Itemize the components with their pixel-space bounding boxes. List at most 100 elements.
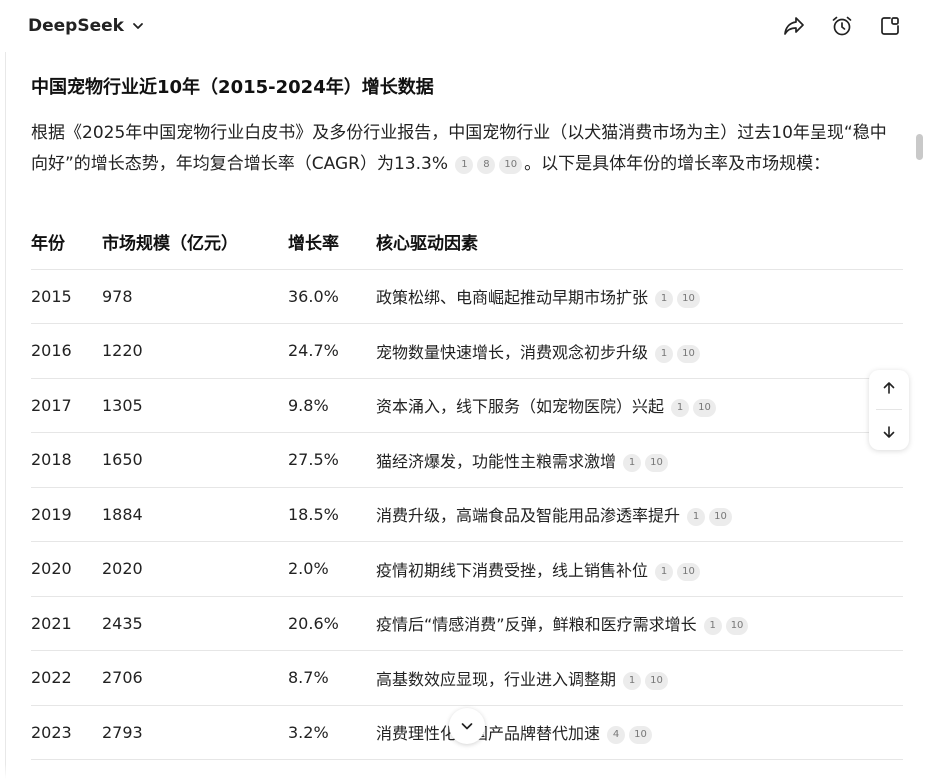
cell-driver: 疫情后“情感消费”反弹，鲜粮和医疗需求增长 1 10 <box>376 596 903 651</box>
cell-growth: 20.6% <box>288 596 376 651</box>
top-bar: DeepSeek <box>0 0 931 52</box>
citation-badge[interactable]: 1 <box>655 344 674 363</box>
cell-growth: 27.5% <box>288 432 376 488</box>
cell-driver: 高基数效应显现，行业进入调整期 1 10 <box>376 650 903 706</box>
cell-driver: 疫情初期线下消费受挫，线上销售补位 1 10 <box>376 541 903 597</box>
cell-size: 2793 <box>102 705 288 760</box>
cell-year: 2020 <box>31 541 102 597</box>
citation-badge[interactable]: 10 <box>645 453 668 472</box>
cell-size: 1650 <box>102 432 288 488</box>
bottom-fade <box>0 764 931 779</box>
arrow-up-icon <box>883 382 895 394</box>
citation-badge[interactable]: 10 <box>709 508 732 527</box>
chevron-down-icon <box>461 723 473 730</box>
header-actions <box>781 13 903 39</box>
table-row: 2017 1305 9.8% 资本涌入，线下服务（如宠物医院）兴起 1 10 <box>31 378 903 433</box>
cell-year: 2022 <box>31 650 102 706</box>
table-row: 2019 1884 18.5% 消费升级，高端食品及智能用品渗透率提升 1 10 <box>31 487 903 542</box>
scroll-up-button[interactable] <box>874 373 904 403</box>
cell-year: 2018 <box>31 432 102 488</box>
table-header-row: 年份 市场规模（亿元） 增长率 核心驱动因素 <box>31 215 903 270</box>
table-row: 2021 2435 20.6% 疫情后“情感消费”反弹，鲜粮和医疗需求增长 11… <box>31 596 903 651</box>
cell-growth: 2.0% <box>288 541 376 597</box>
share-button[interactable] <box>781 13 807 39</box>
citation-badge[interactable]: 8 <box>477 156 496 174</box>
table-row: 2022 2706 8.7% 高基数效应显现，行业进入调整期 1 10 <box>31 650 903 706</box>
table-row: 2020 2020 2.0% 疫情初期线下消费受挫，线上销售补位 1 10 <box>31 541 903 597</box>
app-name: DeepSeek <box>28 16 124 36</box>
citation-badge[interactable]: 10 <box>677 562 700 581</box>
cell-year: 2017 <box>31 378 102 433</box>
message-nav <box>869 370 909 450</box>
section-heading: 中国宠物行业近10年（2015-2024年）增长数据 <box>31 77 434 98</box>
cell-year: 2021 <box>31 596 102 651</box>
table-row: 2018 1650 27.5% 猫经济爆发，功能性主粮需求激增 1 10 <box>31 432 903 488</box>
col-header-size: 市场规模（亿元） <box>102 215 288 270</box>
cell-size: 1220 <box>102 323 288 379</box>
alarm-icon <box>832 16 852 36</box>
col-header-year: 年份 <box>31 215 102 270</box>
cell-size: 978 <box>102 269 288 324</box>
driver-text: 政策松绑、电商崛起推动早期市场扩张 <box>376 288 649 308</box>
driver-text: 消费理性化，国产品牌替代加速 <box>376 724 601 744</box>
cell-driver: 资本涌入，线下服务（如宠物医院）兴起 1 10 <box>376 378 903 433</box>
col-header-growth: 增长率 <box>288 215 376 270</box>
page: DeepSeek 中国宠物行业近10年（2015-2024年）增长数据 根据《2… <box>0 0 931 779</box>
cell-size: 2706 <box>102 650 288 706</box>
driver-text: 消费升级，高端食品及智能用品渗透率提升 <box>376 506 681 526</box>
citation-badge[interactable]: 10 <box>677 344 700 363</box>
cell-size: 2435 <box>102 596 288 651</box>
citation-badge[interactable]: 1 <box>455 156 474 174</box>
col-header-driver: 核心驱动因素 <box>376 215 903 270</box>
driver-text: 疫情后“情感消费”反弹，鲜粮和医疗需求增长 <box>376 615 697 635</box>
scrollbar[interactable] <box>912 52 926 779</box>
jump-to-bottom-button[interactable] <box>449 708 485 744</box>
arrow-down-icon <box>883 426 895 438</box>
citation-badge[interactable]: 1 <box>655 290 674 309</box>
driver-text: 高基数效应显现，行业进入调整期 <box>376 669 617 689</box>
citation-badge[interactable]: 10 <box>693 399 716 418</box>
citation-badge[interactable]: 1 <box>687 508 706 527</box>
reminder-button[interactable] <box>829 13 855 39</box>
cell-size: 1884 <box>102 487 288 542</box>
new-chat-button[interactable] <box>877 13 903 39</box>
citation-badge[interactable]: 1 <box>623 671 642 690</box>
cell-growth: 24.7% <box>288 323 376 379</box>
new-chat-icon <box>881 17 899 35</box>
table-row: 2016 1220 24.7% 宠物数量快速增长，消费观念初步升级 1 10 <box>31 323 903 379</box>
citation-badge[interactable]: 1 <box>655 562 674 581</box>
citation-badge[interactable]: 4 <box>607 726 626 745</box>
growth-table: 年份 市场规模（亿元） 增长率 核心驱动因素 2015 978 36.0% 政策… <box>31 215 903 760</box>
cell-driver: 政策松绑、电商崛起推动早期市场扩张 1 10 <box>376 269 903 324</box>
citation-badge[interactable]: 10 <box>677 290 700 309</box>
share-icon <box>784 17 804 35</box>
cell-growth: 18.5% <box>288 487 376 542</box>
citation-badge[interactable]: 1 <box>671 399 690 418</box>
cell-year: 2023 <box>31 705 102 760</box>
model-selector[interactable]: DeepSeek <box>28 16 146 36</box>
left-border <box>5 52 6 779</box>
cell-year: 2015 <box>31 269 102 324</box>
scroll-down-button[interactable] <box>874 417 904 447</box>
scrollbar-thumb[interactable] <box>916 134 923 160</box>
citation-badge[interactable]: 10 <box>629 726 652 745</box>
cell-size: 1305 <box>102 378 288 433</box>
citation-badge[interactable]: 1 <box>623 453 642 472</box>
intro-tail: 。以下是具体年份的增长率及市场规模： <box>524 154 831 174</box>
driver-text: 资本涌入，线下服务（如宠物医院）兴起 <box>376 397 665 417</box>
citation-badge[interactable]: 10 <box>499 156 523 174</box>
cell-year: 2016 <box>31 323 102 379</box>
citation-badge[interactable]: 1 <box>703 617 722 636</box>
driver-text: 猫经济爆发，功能性主粮需求激增 <box>376 451 617 471</box>
driver-text: 疫情初期线下消费受挫，线上销售补位 <box>376 560 649 580</box>
cell-size: 2020 <box>102 541 288 597</box>
citation-badge[interactable]: 10 <box>645 671 668 690</box>
nav-divider <box>876 409 902 411</box>
driver-text: 宠物数量快速增长，消费观念初步升级 <box>376 342 649 362</box>
cell-growth: 8.7% <box>288 650 376 706</box>
cell-growth: 36.0% <box>288 269 376 324</box>
citation-badge[interactable]: 10 <box>725 617 749 636</box>
cell-year: 2019 <box>31 487 102 542</box>
cell-growth: 3.2% <box>288 705 376 760</box>
cell-driver: 宠物数量快速增长，消费观念初步升级 1 10 <box>376 323 903 379</box>
